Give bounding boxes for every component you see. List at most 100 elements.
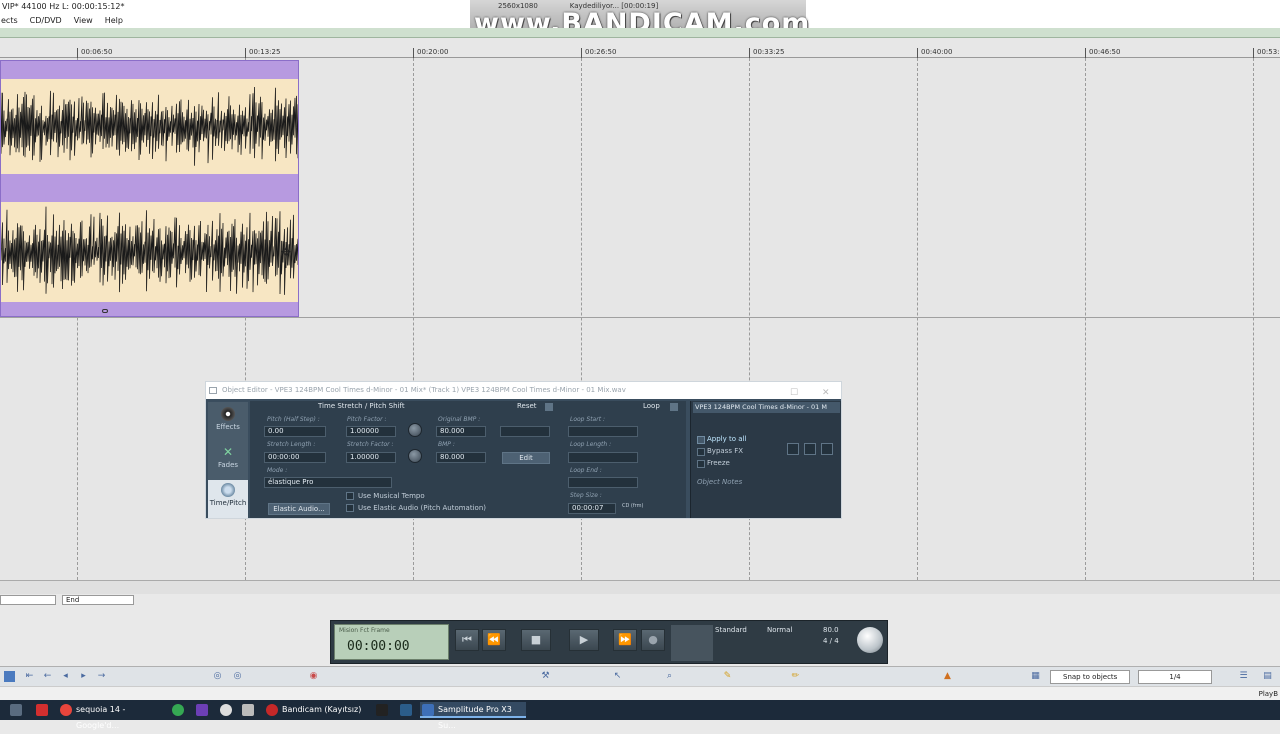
taskbar-pinned-app[interactable] [194, 702, 212, 718]
menu-item-effects[interactable]: ects [0, 14, 19, 28]
elastic-audio-button[interactable]: Elastic Audio... [268, 503, 330, 515]
grid-icon[interactable]: ▦ [1030, 671, 1041, 682]
bmp-field[interactable]: 80.000 [436, 452, 486, 463]
numpad-grid[interactable] [671, 625, 713, 661]
draw-tool-icon[interactable]: ✏ [790, 671, 801, 682]
pitch-factor-label: Pitch Factor : [347, 416, 387, 423]
original-bmp-extra-field[interactable] [500, 426, 550, 437]
list-icon[interactable]: ☰ [1238, 671, 1249, 682]
loop-length-field[interactable] [568, 452, 638, 463]
normal-select[interactable]: Normal [767, 626, 792, 634]
taskbar-pinned-app[interactable] [218, 702, 236, 718]
bypass-fx-checkbox[interactable] [697, 448, 705, 456]
step-forward-icon[interactable]: ▸ [78, 671, 89, 682]
pitch-half-step-field[interactable]: 0.00 [264, 426, 326, 437]
prev-marker-icon[interactable]: ← [42, 671, 53, 682]
step-size-field[interactable]: 00:00:07 [568, 503, 616, 514]
rewind-start-button[interactable]: ⏮ [455, 629, 479, 651]
layout-icon[interactable]: ▤ [1262, 671, 1273, 682]
record-button[interactable]: ● [641, 629, 665, 651]
tab-effects-label: Effects [216, 423, 240, 431]
taskbar-pinned-app[interactable] [8, 702, 26, 718]
pitch-factor-field[interactable]: 1.00000 [346, 426, 396, 437]
stretch-length-field[interactable]: 00:00:00 [264, 452, 326, 463]
audio-clip[interactable]: ✥ [0, 60, 299, 317]
time-mode-labels: Mision Fct Frame [339, 627, 390, 634]
original-bmp-field[interactable]: 80.000 [436, 426, 486, 437]
standard-select[interactable]: Standard [715, 626, 747, 634]
status-bar: PlayB [0, 686, 1280, 700]
taskbar-pinned-app[interactable] [170, 702, 188, 718]
panel-title: Time Stretch / Pitch Shift [318, 402, 405, 410]
taskbar-pinned-app[interactable] [34, 702, 52, 718]
page-select[interactable]: 1/4 [1138, 670, 1212, 684]
tab-fades[interactable]: ✕ Fades [208, 442, 248, 480]
reset-button[interactable] [545, 403, 553, 411]
jog-wheel[interactable] [857, 627, 883, 653]
record-mode-icon[interactable]: ◉ [308, 671, 319, 682]
pencil-tool-icon[interactable]: ✎ [722, 671, 733, 682]
tool-icon[interactable]: ⚒ [540, 671, 551, 682]
stop-button[interactable]: ■ [521, 629, 551, 651]
close-icon[interactable]: ✕ [822, 385, 830, 402]
transport-bar: Mision Fct Frame 00:00:00 ⏮ ⏪ ■ ▶ ⏩ ● St… [330, 620, 888, 664]
taskbar-pinned-app[interactable] [398, 702, 416, 718]
taskbar-item-chrome[interactable]: sequoia 14 - Google'd... [58, 702, 168, 730]
tab-timepitch-label: Time/Pitch [209, 499, 247, 507]
snap-select[interactable]: Snap to objects [1050, 670, 1130, 684]
mode-select[interactable]: élastique Pro [264, 477, 392, 488]
use-elastic-audio-checkbox[interactable] [346, 504, 354, 512]
next-marker-icon[interactable]: → [96, 671, 107, 682]
end-field[interactable]: End [62, 595, 134, 605]
play-button[interactable]: ▶ [569, 629, 599, 651]
stretch-length-label: Stretch Length : [267, 441, 316, 448]
taskbar-item-bandicam[interactable]: Bandicam (Kayıtsız) [264, 702, 372, 718]
horizontal-scrollbar[interactable] [0, 595, 56, 605]
freeze-checkbox[interactable] [697, 460, 705, 468]
pointer-tool-icon[interactable]: ↖ [612, 671, 623, 682]
timeline-ruler[interactable]: 00:06:50 00:13:25 00:20:00 00:26:50 00:3… [0, 38, 1280, 58]
use-musical-tempo-checkbox[interactable] [346, 492, 354, 500]
menu-item-cddvd[interactable]: CD/DVD [29, 14, 63, 28]
time-signature[interactable]: 4 / 4 [823, 637, 839, 645]
pitch-knob[interactable] [408, 423, 422, 437]
menu-item-help[interactable]: Help [104, 14, 124, 28]
loop-length-label: Loop Length : [570, 441, 612, 448]
goto-start-icon[interactable]: ⇤ [24, 671, 35, 682]
loop-start-field[interactable] [568, 426, 638, 437]
tab-timepitch[interactable]: Time/Pitch [208, 480, 248, 518]
edit-button[interactable]: Edit [502, 452, 550, 464]
taskbar-pinned-app[interactable] [374, 702, 392, 718]
stretch-factor-field[interactable]: 1.00000 [346, 452, 396, 463]
rewind-button[interactable]: ⏪ [482, 629, 506, 651]
color-tool-icon[interactable]: ▲ [942, 671, 953, 682]
tab-effects[interactable]: Effects [208, 404, 248, 442]
step-back-icon[interactable]: ◂ [60, 671, 71, 682]
bypass-fx-label: Bypass FX [707, 447, 744, 455]
stretch-knob[interactable] [408, 449, 422, 463]
solo-button[interactable] [787, 443, 799, 455]
bpm-value[interactable]: 80.0 [823, 626, 839, 634]
taskbar-item-samplitude[interactable]: Samplitude Pro X3 Su... [420, 702, 526, 730]
taskbar-pinned-app[interactable] [240, 702, 258, 718]
time-display[interactable]: Mision Fct Frame 00:00:00 [334, 624, 449, 660]
mute-button[interactable] [804, 443, 816, 455]
clip-volume-handle[interactable] [102, 309, 108, 313]
object-editor-titlebar[interactable]: Object Editor - VPE3 124BPM Cool Times d… [206, 382, 841, 399]
object-name-field[interactable]: VPE3 124BPM Cool Times d-Minor - 01 M [693, 402, 840, 413]
loop-end-field[interactable] [568, 477, 638, 488]
chrome-icon [60, 704, 72, 716]
play-object-button[interactable] [821, 443, 833, 455]
marker-strip[interactable] [0, 28, 1280, 38]
zoom-icon[interactable]: ◎ [212, 671, 223, 682]
maximize-icon[interactable]: ☐ [790, 385, 798, 402]
object-editor-window[interactable]: Object Editor - VPE3 124BPM Cool Times d… [205, 381, 842, 519]
zoom-tool-icon[interactable]: ⌕ [664, 671, 675, 682]
toolbar-mode-icon[interactable] [4, 671, 15, 682]
menu-item-view[interactable]: View [73, 14, 94, 28]
fast-forward-button[interactable]: ⏩ [613, 629, 637, 651]
ruler-label: 00:26:50 [585, 48, 617, 56]
apply-to-all-checkbox[interactable] [697, 436, 705, 444]
loop-toggle[interactable] [670, 403, 678, 411]
zoom-out-icon[interactable]: ◎ [232, 671, 243, 682]
